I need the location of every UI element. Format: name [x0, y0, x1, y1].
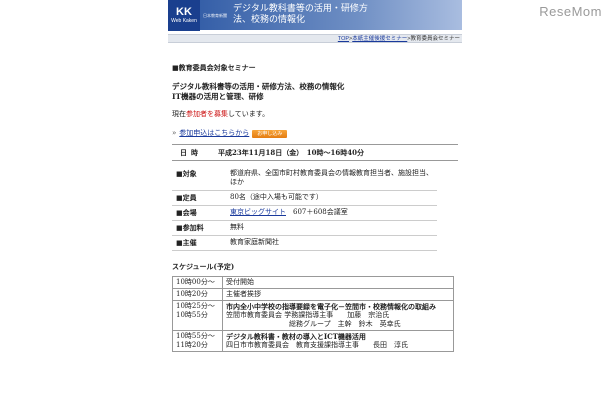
venue-link[interactable]: 東京ビッグサイト: [230, 208, 286, 216]
info-value: 東京ビッグサイト 607＋608会議室: [230, 208, 437, 217]
logo-main: KK: [176, 6, 192, 18]
session-speaker: 総務グループ 主幹 鈴木 英幸氏: [226, 320, 401, 328]
info-value: 教育家庭新聞社: [230, 238, 279, 246]
seminar-category: ■教育委員会対象セミナー: [172, 63, 256, 72]
info-row-capacity: ■定員 80名（途中入場も可能です）: [172, 191, 437, 206]
banner-title: デジタル教科書等の活用・研修方 法、校務の情報化: [233, 4, 368, 26]
venue-room: 607＋608会議室: [293, 208, 348, 216]
schedule-detail: 主催者挨拶: [222, 288, 454, 301]
info-value: 無料: [230, 223, 244, 231]
table-row: 10時00分〜 受付開始: [172, 276, 454, 289]
info-key: ■参加料: [176, 223, 204, 232]
header-banner: 日本教育新聞 デジタル教科書等の活用・研修方 法、校務の情報化: [200, 0, 462, 30]
schedule-label: スケジュール(予定): [172, 262, 235, 271]
info-value: 都道府県、全国市町村教育委員会の情報教育担当者、施設担当、ほか: [230, 169, 433, 186]
breadcrumb-current: 教育委員会セミナー: [410, 36, 460, 42]
site-logo[interactable]: KK Web Kaken: [168, 0, 200, 31]
session-speaker: 四日市市教育委員会 教育支援課指導主事 長田 淳氏: [226, 341, 408, 349]
table-row: 10時55分〜 11時20分 デジタル教科書・教材の導入とICT機器活用 四日市…: [172, 330, 454, 352]
schedule-time: 10時00分〜: [172, 276, 223, 289]
date-row: 日時 平成23年11月18日（金） 10時〜16時40分: [172, 144, 458, 161]
logo-sub: Web Kaken: [171, 18, 197, 24]
info-list: ■対象 都道府県、全国市町村教育委員会の情報教育担当者、施設担当、ほか ■定員 …: [172, 167, 437, 251]
session-title: デジタル教科書・教材の導入とICT機器活用: [226, 332, 366, 341]
date-value: 平成23年11月18日（金） 10時〜16時40分: [218, 148, 364, 157]
table-row: 10時20分 主催者挨拶: [172, 288, 454, 301]
recruit-status: 現在参加者を募集しています。: [172, 110, 458, 119]
info-row-fee: ■参加料 無料: [172, 221, 437, 236]
info-row-venue: ■会場 東京ビッグサイト 607＋608会議室: [172, 206, 437, 221]
breadcrumb-seminars[interactable]: 本紙主催後援セミナー: [352, 36, 407, 42]
main-content: ■教育委員会対象セミナー デジタル教科書等の活用・研修方法、校務の情報化 IT機…: [168, 63, 462, 352]
breadcrumb-top[interactable]: TOP: [338, 36, 349, 42]
schedule-detail: 市内全小中学校の指導要録を電子化－笠間市・校務情報化の取組み 笠間市教育委員会 …: [222, 300, 454, 331]
arrow-icon: »: [172, 129, 177, 137]
info-key: ■対象: [176, 169, 197, 178]
info-row-target: ■対象 都道府県、全国市町村教育委員会の情報教育担当者、施設担当、ほか: [172, 167, 437, 191]
apply-button[interactable]: お申し込み: [252, 129, 288, 138]
apply-row: » 参加申込はこちらから お申し込み: [172, 129, 458, 138]
session-title: 市内全小中学校の指導要録を電子化－笠間市・校務情報化の取組み: [226, 302, 436, 311]
table-row: 10時25分〜 10時55分 市内全小中学校の指導要録を電子化－笠間市・校務情報…: [172, 300, 454, 331]
schedule-time: 10時20分: [172, 288, 223, 301]
schedule-table: 10時00分〜 受付開始 10時20分 主催者挨拶 10時25分〜 10時55分…: [172, 276, 454, 352]
apply-link[interactable]: 参加申込はこちらから: [179, 129, 249, 138]
session-speaker: 笠間市教育委員会 学務課指導主事 加藤 宗治氏: [226, 311, 390, 319]
banner-title-line2: 法、校務の情報化: [233, 15, 306, 25]
date-label: 日時: [180, 148, 202, 157]
info-row-organizer: ■主催 教育家庭新聞社: [172, 236, 437, 251]
publisher-name: 日本教育新聞: [203, 12, 227, 18]
seminar-title: デジタル教科書等の活用・研修方法、校務の情報化 IT機器の活用と管理、研修: [172, 82, 458, 102]
seminar-title-line2: IT機器の活用と管理、研修: [172, 92, 264, 101]
info-key: ■主催: [176, 238, 197, 247]
info-value: 80名（途中入場も可能です）: [230, 193, 323, 201]
recruit-highlight: 参加者を募集: [186, 110, 228, 118]
info-key: ■会場: [176, 208, 197, 217]
watermark: ReseMom: [539, 4, 602, 19]
schedule-time: 10時25分〜 10時55分: [172, 300, 223, 331]
schedule-detail: デジタル教科書・教材の導入とICT機器活用 四日市市教育委員会 教育支援課指導主…: [222, 330, 454, 352]
breadcrumb: TOP>本紙主催後援セミナー>教育委員会セミナー: [168, 34, 462, 43]
recruit-prefix: 現在: [172, 110, 186, 118]
seminar-title-line1: デジタル教科書等の活用・研修方法、校務の情報化: [172, 82, 345, 91]
info-key: ■定員: [176, 193, 197, 202]
schedule-time: 10時55分〜 11時20分: [172, 330, 223, 352]
header: KK Web Kaken 日本教育新聞 デジタル教科書等の活用・研修方 法、校務…: [168, 0, 462, 31]
page: KK Web Kaken 日本教育新聞 デジタル教科書等の活用・研修方 法、校務…: [168, 0, 462, 400]
schedule-detail: 受付開始: [222, 276, 454, 289]
banner-title-line1: デジタル教科書等の活用・研修方: [233, 4, 368, 14]
recruit-suffix: しています。: [228, 110, 270, 118]
